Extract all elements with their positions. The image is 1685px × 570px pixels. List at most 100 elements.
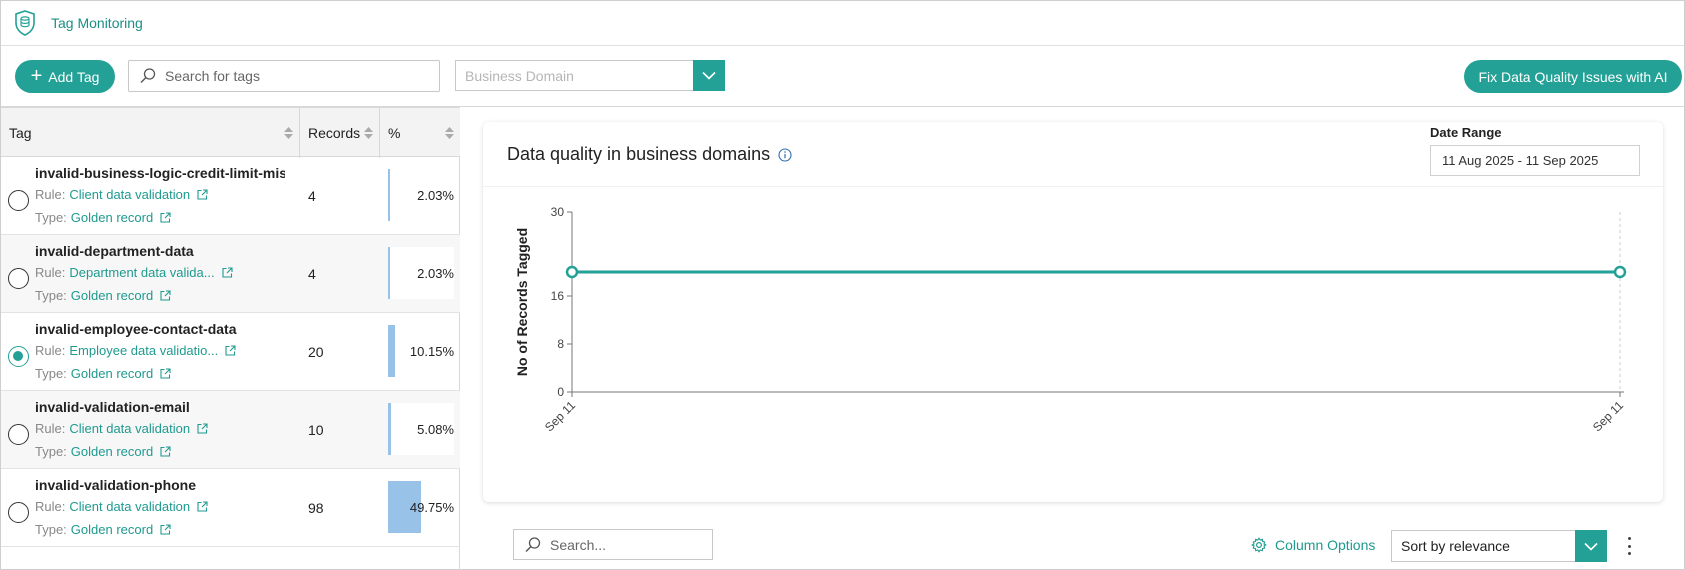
app-title: Tag Monitoring (51, 15, 143, 31)
more-options-icon[interactable] (1623, 535, 1635, 557)
records-count: 20 (308, 344, 324, 360)
external-link-icon[interactable] (197, 501, 208, 512)
chevron-down-icon[interactable] (1575, 530, 1607, 562)
tag-name: invalid-validation-phone (35, 477, 197, 493)
rule-line: Rule: Department data valida... (35, 265, 233, 280)
search-icon (140, 68, 156, 83)
column-header-percent[interactable]: % (380, 108, 460, 158)
rule-line: Rule: Client data validation (35, 421, 208, 436)
chevron-down-icon[interactable] (693, 59, 725, 91)
tag-table: Tag Records % invalid-business-logic-cre… (1, 107, 460, 570)
records-count: 4 (308, 188, 316, 204)
rule-prefix: Rule: (35, 499, 66, 514)
add-tag-button[interactable]: + Add Tag (15, 60, 115, 93)
rule-line: Rule: Client data validation (35, 499, 208, 514)
table-row[interactable]: invalid-business-logic-credit-limit-mis.… (1, 157, 460, 235)
title-bar: Tag Monitoring (1, 1, 1684, 46)
rule-line: Rule: Employee data validatio... (35, 343, 236, 358)
type-line: Type: Golden record (35, 522, 171, 537)
external-link-icon[interactable] (160, 368, 171, 379)
type-link[interactable]: Golden record (71, 210, 153, 225)
external-link-icon[interactable] (160, 212, 171, 223)
list-search-field[interactable] (513, 529, 713, 560)
external-link-icon[interactable] (197, 189, 208, 200)
rule-line: Rule: Client data validation (35, 187, 208, 202)
rule-prefix: Rule: (35, 187, 66, 202)
external-link-icon[interactable] (197, 423, 208, 434)
row-radio[interactable] (8, 424, 29, 445)
type-prefix: Type: (35, 522, 67, 537)
type-prefix: Type: (35, 288, 67, 303)
table-row[interactable]: invalid-validation-phone Rule: Client dat… (1, 469, 460, 547)
row-radio[interactable] (8, 346, 29, 367)
rule-link[interactable]: Client data validation (69, 421, 190, 436)
sort-icon (445, 127, 454, 139)
external-link-icon[interactable] (160, 524, 171, 535)
toolbar: + Add Tag Business Domain Fix Data Quali… (1, 47, 1684, 107)
sort-select-value: Sort by relevance (1401, 538, 1510, 554)
type-line: Type: Golden record (35, 444, 171, 459)
column-header-tag[interactable]: Tag (1, 108, 300, 158)
rule-link[interactable]: Client data validation (69, 499, 190, 514)
fix-data-quality-button[interactable]: Fix Data Quality Issues with AI (1464, 60, 1682, 93)
rule-link[interactable]: Department data valida... (69, 265, 214, 280)
business-domain-select[interactable]: Business Domain (455, 59, 725, 91)
type-link[interactable]: Golden record (71, 522, 153, 537)
column-header-label: % (388, 125, 401, 141)
rule-link[interactable]: Client data validation (69, 187, 190, 202)
type-line: Type: Golden record (35, 210, 171, 225)
percent-value: 2.03% (417, 188, 454, 203)
percent-value: 10.15% (409, 344, 454, 359)
row-radio[interactable] (8, 268, 29, 289)
tag-name: invalid-department-data (35, 243, 194, 259)
date-range-input[interactable]: 11 Aug 2025 - 11 Sep 2025 (1430, 145, 1640, 176)
percent-cell: 10.15% (388, 325, 454, 377)
y-tick-label: 8 (557, 337, 564, 351)
column-header-records[interactable]: Records (300, 108, 380, 158)
table-header: Tag Records % (1, 107, 460, 158)
row-radio[interactable] (8, 190, 29, 211)
external-link-icon[interactable] (222, 267, 233, 278)
rule-prefix: Rule: (35, 343, 66, 358)
rule-prefix: Rule: (35, 421, 66, 436)
type-line: Type: Golden record (35, 288, 171, 303)
table-row[interactable]: invalid-department-data Rule: Department … (1, 235, 460, 313)
external-link-icon[interactable] (160, 446, 171, 457)
tag-search-input[interactable] (165, 68, 425, 84)
type-link[interactable]: Golden record (71, 366, 153, 381)
percent-value: 5.08% (417, 422, 454, 437)
column-options-button[interactable]: Column Options (1251, 537, 1375, 553)
type-link[interactable]: Golden record (71, 288, 153, 303)
external-link-icon[interactable] (160, 290, 171, 301)
sort-icon (284, 127, 293, 139)
type-prefix: Type: (35, 366, 67, 381)
list-search-input[interactable] (550, 536, 710, 553)
y-axis-label: No of Records Tagged (514, 228, 530, 376)
table-row[interactable]: invalid-employee-contact-data Rule: Emplo… (1, 313, 460, 391)
percent-value: 49.75% (409, 500, 454, 515)
percent-cell: 2.03% (388, 169, 454, 221)
add-tag-label: Add Tag (48, 68, 100, 85)
rule-link[interactable]: Employee data validatio... (69, 343, 218, 358)
divider (483, 186, 1663, 187)
plus-icon: + (30, 64, 43, 87)
tag-search-field[interactable] (128, 60, 440, 92)
percent-cell: 5.08% (388, 403, 454, 455)
records-count: 98 (308, 500, 324, 516)
tag-name: invalid-employee-contact-data (35, 321, 237, 337)
column-options-label: Column Options (1275, 537, 1376, 553)
external-link-icon[interactable] (225, 345, 236, 356)
table-row[interactable]: invalid-validation-email Rule: Client dat… (1, 391, 460, 469)
sort-select[interactable]: Sort by relevance (1391, 530, 1607, 562)
line-chart: 0 8 16 30 No of Records Tagged Sep 11 Sep 11 (514, 205, 1626, 434)
y-tick-label: 16 (551, 289, 565, 303)
rule-prefix: Rule: (35, 265, 66, 280)
database-shield-icon (15, 10, 35, 36)
row-radio[interactable] (8, 502, 29, 523)
chart-axes: 0 8 16 30 No of Records Tagged Sep 11 Sep 11 (514, 205, 1626, 434)
column-header-label: Tag (9, 125, 32, 141)
x-tick-label: Sep 11 (542, 398, 578, 434)
type-link[interactable]: Golden record (71, 444, 153, 459)
info-icon[interactable] (778, 147, 792, 162)
type-prefix: Type: (35, 210, 67, 225)
